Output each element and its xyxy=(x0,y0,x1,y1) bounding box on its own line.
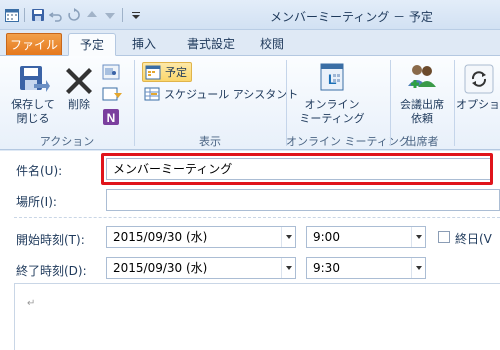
options-refresh-icon xyxy=(464,64,494,94)
end-date-value: 2015/09/30 (水) xyxy=(113,261,208,275)
forward-button[interactable] xyxy=(102,64,120,80)
group-label-show: 表示 xyxy=(199,135,221,148)
end-time-picker[interactable]: 9:30 xyxy=(306,257,426,279)
chevron-down-icon xyxy=(285,266,292,270)
ribbon: 保存して 閉じる 削除 N アクション 予定 スケジュール アシスタント 表示 … xyxy=(0,55,500,150)
message-body[interactable]: ↵ xyxy=(14,283,500,350)
appointment-label: 予定 xyxy=(165,66,187,79)
start-time-dropdown[interactable] xyxy=(411,227,425,247)
start-time-label: 開始時刻(T): xyxy=(16,233,85,247)
ribbon-tabs: ファイル 予定 挿入 書式設定 校閲 xyxy=(0,30,500,56)
attendees-icon xyxy=(408,65,436,88)
delete-button[interactable]: 削除 xyxy=(62,62,96,112)
request-attendance-label-line2: 依頼 xyxy=(411,112,433,125)
customize-qat-icon[interactable] xyxy=(128,8,143,23)
onenote-icon: N xyxy=(103,109,119,125)
tab-review[interactable]: 校閲 xyxy=(252,33,292,56)
group-label-action: アクション xyxy=(39,135,95,148)
redo-icon[interactable] xyxy=(66,8,81,23)
all-day-label: 終日(V xyxy=(455,232,492,246)
start-date-dropdown[interactable] xyxy=(281,227,295,247)
svg-text:N: N xyxy=(107,111,116,125)
end-date-picker[interactable]: 2015/09/30 (水) xyxy=(106,257,296,279)
scheduling-assistant-label: スケジュール アシスタント xyxy=(164,88,299,101)
chevron-down-icon xyxy=(285,235,292,239)
online-meeting-label-line2: ミーティング xyxy=(299,112,365,125)
delete-label: 削除 xyxy=(68,98,90,111)
start-time-value: 9:00 xyxy=(313,230,340,244)
quick-access-toolbar xyxy=(4,6,143,24)
paragraph-mark: ↵ xyxy=(27,298,36,309)
onenote-button[interactable]: N xyxy=(102,108,120,126)
request-attendance-button[interactable]: 会議出席 依頼 xyxy=(394,62,450,126)
online-meeting-label-line1: オンライン xyxy=(304,98,360,111)
options-label: オプション xyxy=(456,98,500,111)
separator-line xyxy=(14,217,500,218)
group-label-attendees: 出席者 xyxy=(405,135,439,148)
scheduling-assistant-button[interactable]: スケジュール アシスタント xyxy=(144,86,298,102)
scheduling-assistant-icon xyxy=(144,87,160,101)
undo-icon[interactable] xyxy=(48,8,63,23)
tab-insert[interactable]: 挿入 xyxy=(122,33,166,56)
down-arrow-icon[interactable] xyxy=(102,8,117,23)
chevron-down-icon xyxy=(415,235,422,239)
all-day-checkbox[interactable] xyxy=(438,231,450,243)
save-and-close-button[interactable]: 保存して 閉じる xyxy=(8,62,58,126)
chevron-down-icon xyxy=(415,266,422,270)
save-close-label-line2: 閉じる xyxy=(16,112,50,125)
appointment-view-button[interactable]: 予定 xyxy=(142,62,192,82)
online-meeting-button[interactable]: L オンライン ミーティング xyxy=(296,62,368,126)
location-input[interactable] xyxy=(106,189,500,211)
tab-file[interactable]: ファイル xyxy=(6,33,62,56)
start-date-picker[interactable]: 2015/09/30 (水) xyxy=(106,226,296,248)
qat-separator xyxy=(24,8,25,22)
up-arrow-icon[interactable] xyxy=(84,8,99,23)
options-button[interactable]: オプション xyxy=(456,62,500,112)
start-date-value: 2015/09/30 (水) xyxy=(113,230,208,244)
group-separator xyxy=(454,60,455,146)
save-icon[interactable] xyxy=(30,8,45,23)
qat-separator xyxy=(122,8,123,22)
window-title: メンバーミーティング － 予定 xyxy=(270,10,433,24)
location-label: 場所(I): xyxy=(16,195,57,209)
delete-x-icon xyxy=(66,68,92,94)
start-time-picker[interactable]: 9:00 xyxy=(306,226,426,248)
request-attendance-label-line1: 会議出席 xyxy=(400,98,444,111)
calendar-dropdown-button[interactable] xyxy=(102,86,124,102)
end-time-dropdown[interactable] xyxy=(411,258,425,278)
forward-icon xyxy=(102,64,120,80)
end-time-label: 終了時刻(D): xyxy=(16,264,87,278)
end-date-dropdown[interactable] xyxy=(281,258,295,278)
calendar-app-icon[interactable] xyxy=(4,8,19,23)
subject-label: 件名(U): xyxy=(16,164,63,178)
tab-appointment[interactable]: 予定 xyxy=(68,33,116,56)
subject-highlight-box xyxy=(101,153,493,185)
title-bar: メンバーミーティング － 予定 xyxy=(0,0,500,30)
group-label-online-meeting: オンライン ミーティング xyxy=(286,135,410,148)
appointment-icon xyxy=(145,65,161,80)
save-close-icon xyxy=(20,66,50,92)
online-meeting-icon: L xyxy=(320,63,344,91)
save-close-label-line1: 保存して xyxy=(11,98,55,111)
calendar-options-icon xyxy=(102,87,122,101)
end-time-value: 9:30 xyxy=(313,261,340,275)
tab-format-text[interactable]: 書式設定 xyxy=(178,33,244,56)
